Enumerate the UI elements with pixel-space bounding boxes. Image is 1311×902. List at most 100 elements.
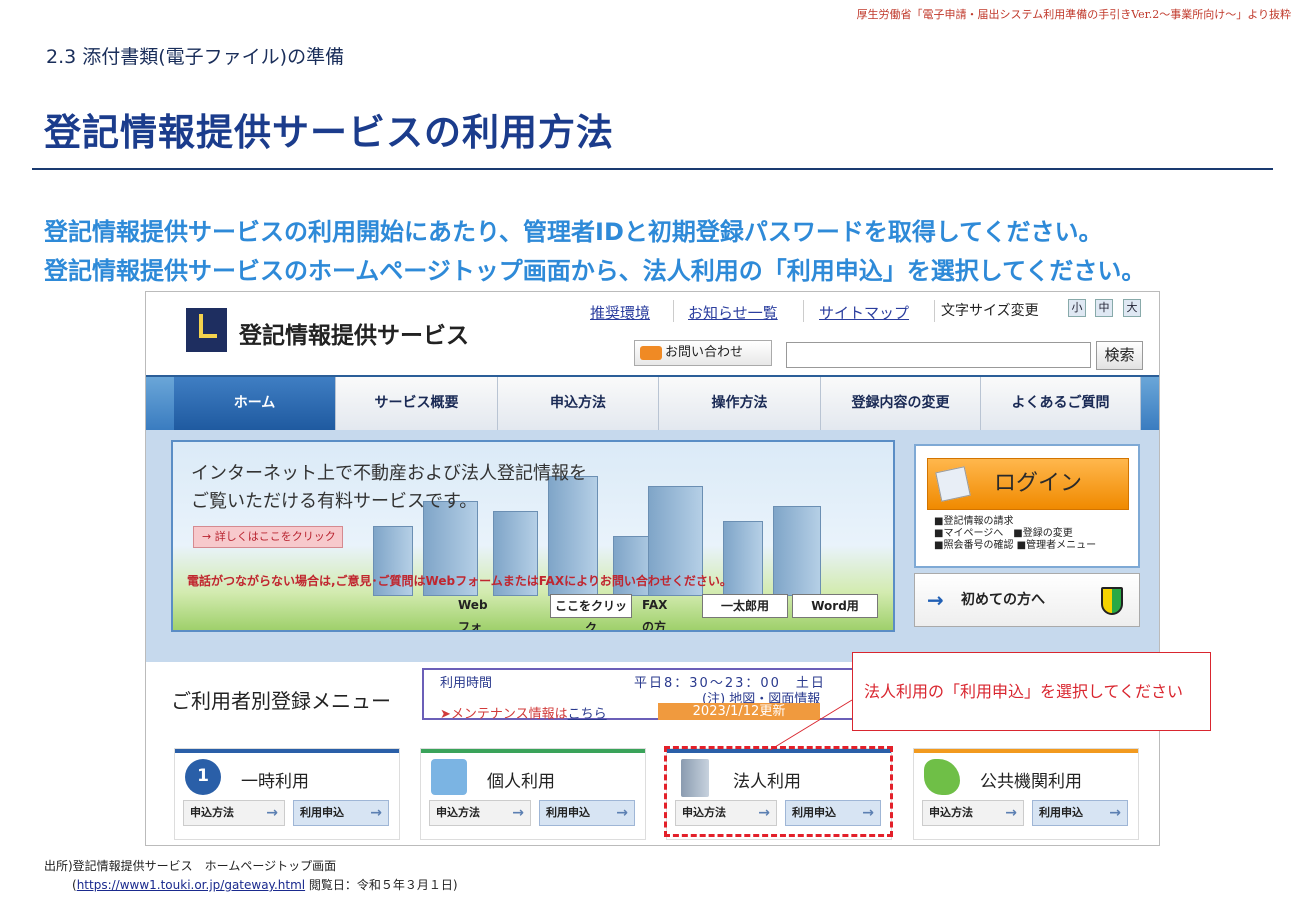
maintenance-info: ➤メンテナンス情報はこちら: [440, 703, 607, 722]
house-icon: [431, 759, 467, 795]
login-link-reference[interactable]: ■照会番号の確認 ■管理者メニュー: [934, 540, 1096, 552]
method-button[interactable]: 申込方法 →: [183, 800, 285, 826]
slide: 厚生労働省「電子申請・届出システム利用準備の手引きVer.2～事業所向け～」より…: [0, 0, 1311, 902]
method-label: 申込方法: [190, 806, 234, 819]
link-sitemap[interactable]: サイトマップ: [819, 302, 909, 323]
nav-how-to-apply[interactable]: 申込方法: [498, 377, 659, 430]
section-heading: 2.3 添付書類(電子ファイル)の準備: [46, 46, 345, 68]
card-title: 一時利用: [241, 772, 309, 792]
login-link-request[interactable]: ■登記情報の請求: [934, 516, 1096, 528]
search-input[interactable]: [786, 342, 1091, 368]
font-size-large-button[interactable]: 大: [1123, 299, 1141, 317]
nav-service-overview[interactable]: サービス概要: [336, 377, 498, 430]
apply-button[interactable]: 利用申込 →: [1032, 800, 1128, 826]
detail-button[interactable]: → 詳しくはここをクリック: [193, 526, 343, 548]
fax-label: FAXの方: [642, 598, 668, 632]
method-label: 申込方法: [929, 806, 973, 819]
link-separator: [934, 300, 935, 322]
arrow-right-icon: →: [1109, 805, 1121, 821]
word-button[interactable]: Word用: [792, 594, 878, 618]
login-links: ■登記情報の請求 ■マイページへ ■登録の変更 ■照会番号の確認 ■管理者メニュ…: [934, 516, 1096, 552]
ichitaro-button[interactable]: 一太郎用: [702, 594, 788, 618]
hero-line-2: ご覧いただける有料サービスです。: [191, 491, 478, 512]
arrow-right-icon: →: [927, 588, 944, 612]
website-screenshot: 登記情報提供サービス 推奨環境 お知らせ一覧 サイトマップ 文字サイズ変更 小 …: [145, 291, 1160, 846]
webform-button[interactable]: ここをクリック: [550, 594, 632, 630]
card-title: 公共機関利用: [980, 772, 1082, 792]
page-title: 登記情報提供サービスの利用方法: [44, 111, 614, 154]
font-size-medium-button[interactable]: 中: [1095, 299, 1113, 317]
card-accent-bar: [175, 749, 399, 753]
font-size-label: 文字サイズ変更: [941, 303, 1039, 319]
nav-faq[interactable]: よくあるご質問: [981, 377, 1141, 430]
card-accent-bar: [421, 749, 645, 753]
footer-source: 出所)登記情報提供サービス ホームページトップ画面 (https://www1.…: [44, 857, 458, 895]
apply-label: 利用申込: [1039, 806, 1083, 819]
beginner-mark-icon: [1101, 587, 1123, 615]
arrow-right-icon: →: [512, 805, 524, 821]
maintenance-label: ➤メンテナンス情報は: [440, 707, 568, 722]
registration-menu-label: ご利用者別登録メニュー: [171, 689, 391, 713]
lead-text-1: 登記情報提供サービスの利用開始にあたり、管理者IDと初期登録パスワードを取得して…: [44, 218, 1103, 246]
apply-button[interactable]: 利用申込 →: [293, 800, 389, 826]
title-divider: [32, 168, 1273, 170]
apply-label: 利用申込: [546, 806, 590, 819]
card-temporary-use: 1 一時利用 申込方法 → 利用申込 →: [174, 748, 400, 840]
site-logo-icon[interactable]: [186, 308, 227, 352]
footer-source-label: 出所)登記情報提供サービス ホームページトップ画面: [44, 859, 337, 873]
source-note: 厚生労働省「電子申請・届出システム利用準備の手引きVer.2～事業所向け～」より…: [856, 8, 1291, 21]
contact-notice: 電話がつながらない場合は,ご意見･ご質問はWebフォームまたはFAXによりお問い…: [187, 574, 732, 588]
main-nav: ホーム サービス概要 申込方法 操作方法 登録内容の変更 よくあるご質問: [146, 375, 1159, 430]
site-header: 登記情報提供サービス 推奨環境 お知らせ一覧 サイトマップ 文字サイズ変更 小 …: [146, 292, 1159, 374]
link-separator: [803, 300, 804, 322]
hero-banner: インターネット上で不動産および法人登記情報を ご覧いただける有料サービスです。 …: [171, 440, 895, 632]
method-button[interactable]: 申込方法 →: [922, 800, 1024, 826]
card-title: 個人利用: [487, 772, 555, 792]
hours-label: 利用時間: [440, 676, 493, 691]
map-person-icon: [924, 759, 960, 795]
login-panel: ログイン ■登記情報の請求 ■マイページへ ■登録の変更 ■照会番号の確認 ■管…: [914, 444, 1140, 568]
updated-badge: 2023/1/12更新: [658, 703, 820, 720]
phone-icon: [640, 346, 662, 360]
first-time-button[interactable]: → 初めての方へ: [914, 573, 1140, 627]
info-box: 利用時間 平日8：30～23：00 土日 (注) 地図・図面情報 ➤メンテナンス…: [422, 668, 862, 722]
card-individual-use: 個人利用 申込方法 → 利用申込 →: [420, 748, 646, 840]
site-name[interactable]: 登記情報提供サービス: [239, 316, 469, 350]
document-icon: [935, 466, 971, 502]
footer-viewed-date: 閲覧日：令和５年３月１日): [308, 878, 458, 892]
time-icon: 1: [185, 759, 221, 795]
arrow-right-icon: →: [1005, 805, 1017, 821]
nav-operation[interactable]: 操作方法: [659, 377, 821, 430]
method-button[interactable]: 申込方法 →: [429, 800, 531, 826]
nav-change-registration[interactable]: 登録内容の変更: [821, 377, 981, 430]
contact-label: お問い合わせ: [665, 345, 744, 360]
font-size-small-button[interactable]: 小: [1068, 299, 1086, 317]
arrow-right-icon: →: [616, 805, 628, 821]
link-news-list[interactable]: お知らせ一覧: [688, 302, 778, 323]
building-graphic: [773, 506, 821, 596]
apply-label: 利用申込: [300, 806, 344, 819]
apply-button[interactable]: 利用申込 →: [539, 800, 635, 826]
first-time-label: 初めての方へ: [961, 592, 1045, 608]
nav-home[interactable]: ホーム: [174, 377, 336, 430]
arrow-right-icon: →: [266, 805, 278, 821]
card-public-institution-use: 公共機関利用 申込方法 → 利用申込 →: [913, 748, 1139, 840]
maintenance-link[interactable]: こちら: [568, 707, 607, 722]
hero-line-1: インターネット上で不動産および法人登記情報を: [191, 463, 587, 484]
contact-button[interactable]: お問い合わせ: [634, 340, 772, 366]
footer-url-link[interactable]: https://www1.touki.or.jp/gateway.html: [77, 878, 305, 892]
callout-box: 法人利用の「利用申込」を選択してください: [852, 652, 1211, 731]
login-label: ログイン: [994, 471, 1083, 496]
login-link-mypage[interactable]: ■マイページへ ■登録の変更: [934, 528, 1096, 540]
search-button[interactable]: 検索: [1096, 341, 1143, 370]
footer-url-line: (https://www1.touki.or.jp/gateway.html 閲…: [44, 876, 458, 895]
highlight-frame: [664, 746, 893, 837]
hero-headline: インターネット上で不動産および法人登記情報を ご覧いただける有料サービスです。: [191, 460, 587, 516]
link-recommended-env[interactable]: 推奨環境: [590, 302, 650, 323]
link-separator: [673, 300, 674, 322]
login-button[interactable]: ログイン: [927, 458, 1129, 510]
lead-text-2: 登記情報提供サービスのホームページトップ画面から、法人利用の「利用申込」を選択し…: [44, 257, 1146, 285]
arrow-right-icon: →: [370, 805, 382, 821]
webform-label: Webフォームは: [458, 598, 488, 632]
method-label: 申込方法: [436, 806, 480, 819]
